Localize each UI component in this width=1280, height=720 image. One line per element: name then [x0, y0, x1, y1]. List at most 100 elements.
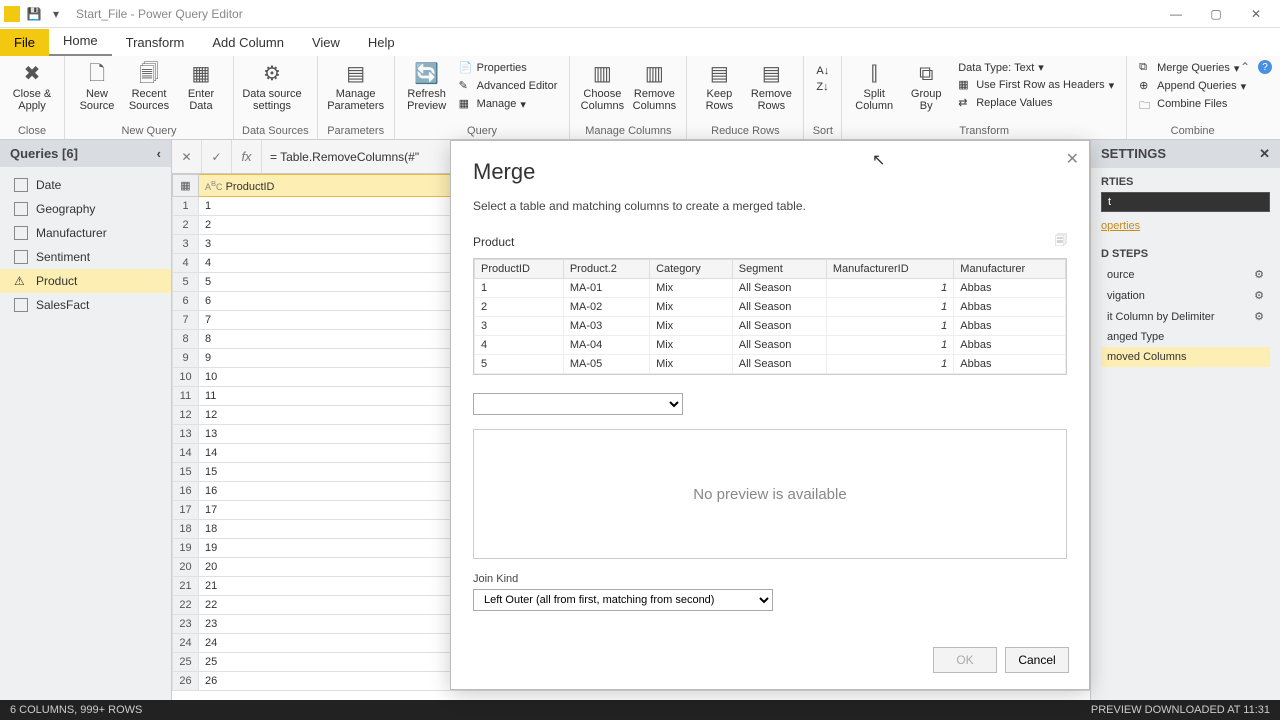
row-number[interactable]: 7 [173, 311, 199, 330]
preview-cell[interactable]: All Season [732, 355, 826, 374]
enter-data-button[interactable]: ▦Enter Data [177, 58, 225, 112]
preview-cell[interactable]: 1 [826, 317, 953, 336]
preview-header[interactable]: ProductID [475, 260, 564, 279]
row-number[interactable]: 2 [173, 216, 199, 235]
preview-cell[interactable]: Mix [650, 298, 733, 317]
preview-cell[interactable]: 4 [475, 336, 564, 355]
refresh-preview-button[interactable]: 🔄Refresh Preview [403, 58, 451, 112]
manage-button[interactable]: ▦Manage ▾ [455, 96, 562, 112]
applied-step[interactable]: ource⚙ [1101, 264, 1270, 285]
choose-columns-button[interactable]: ▥Choose Columns [578, 58, 626, 112]
preview-header[interactable]: Manufacturer [954, 260, 1066, 279]
preview-cell[interactable]: 2 [475, 298, 564, 317]
first-row-headers-button[interactable]: ▦Use First Row as Headers ▾ [954, 77, 1118, 93]
row-number[interactable]: 16 [173, 482, 199, 501]
preview-cell[interactable]: Abbas [954, 279, 1066, 298]
row-number[interactable]: 15 [173, 463, 199, 482]
preview-cell[interactable]: Abbas [954, 298, 1066, 317]
cancel-formula-button[interactable]: ✕ [172, 140, 202, 173]
row-number[interactable]: 3 [173, 235, 199, 254]
properties-button[interactable]: 📄Properties [455, 60, 562, 76]
preview-cell[interactable]: MA-04 [563, 336, 649, 355]
preview-cell[interactable]: MA-01 [563, 279, 649, 298]
save-icon[interactable]: 💾 [26, 6, 42, 22]
preview-header[interactable]: ManufacturerID [826, 260, 953, 279]
remove-columns-button[interactable]: ▥Remove Columns [630, 58, 678, 112]
preview-cell[interactable]: Mix [650, 279, 733, 298]
applied-step[interactable]: it Column by Delimiter⚙ [1101, 306, 1270, 327]
row-number[interactable]: 17 [173, 501, 199, 520]
tab-transform[interactable]: Transform [112, 29, 199, 56]
preview-cell[interactable]: All Season [732, 298, 826, 317]
accept-formula-button[interactable]: ✓ [202, 140, 232, 173]
query-name-input[interactable] [1101, 192, 1270, 212]
preview-header[interactable]: Segment [732, 260, 826, 279]
minimize-button[interactable]: — [1156, 0, 1196, 28]
join-kind-select[interactable]: Left Outer (all from first, matching fro… [473, 589, 773, 611]
close-settings-icon[interactable]: ✕ [1259, 146, 1270, 162]
tab-add-column[interactable]: Add Column [198, 29, 298, 56]
row-number[interactable]: 14 [173, 444, 199, 463]
sort-asc-button[interactable]: A↓ [812, 64, 833, 78]
preview-cell[interactable]: Mix [650, 336, 733, 355]
replace-values-button[interactable]: ⇄Replace Values [954, 95, 1118, 111]
preview-cell[interactable]: 1 [826, 355, 953, 374]
recent-sources-button[interactable]: 🗐Recent Sources [125, 58, 173, 112]
manage-parameters-button[interactable]: ▤Manage Parameters [326, 58, 386, 112]
all-properties-link[interactable]: operties [1101, 220, 1140, 232]
query-item-manufacturer[interactable]: Manufacturer [0, 221, 171, 245]
applied-step[interactable]: anged Type [1101, 327, 1270, 347]
applied-step[interactable]: vigation⚙ [1101, 285, 1270, 306]
row-number[interactable]: 25 [173, 653, 199, 672]
preview-header[interactable]: Category [650, 260, 733, 279]
gear-icon[interactable]: ⚙ [1254, 310, 1264, 323]
gear-icon[interactable]: ⚙ [1254, 289, 1264, 302]
preview-cell[interactable]: All Season [732, 336, 826, 355]
row-number[interactable]: 8 [173, 330, 199, 349]
row-number[interactable]: 26 [173, 672, 199, 691]
collapse-queries-icon[interactable]: ‹ [157, 146, 161, 161]
row-number[interactable]: 18 [173, 520, 199, 539]
preview-cell[interactable]: MA-03 [563, 317, 649, 336]
row-number[interactable]: 19 [173, 539, 199, 558]
row-number[interactable]: 6 [173, 292, 199, 311]
data-source-settings-button[interactable]: ⚙Data source settings [242, 58, 302, 112]
tab-file[interactable]: File [0, 29, 49, 56]
close-apply-button[interactable]: ✖Close & Apply [8, 58, 56, 112]
row-number[interactable]: 21 [173, 577, 199, 596]
keep-rows-button[interactable]: ▤Keep Rows [695, 58, 743, 112]
row-number[interactable]: 20 [173, 558, 199, 577]
row-number[interactable]: 22 [173, 596, 199, 615]
preview-cell[interactable]: All Season [732, 279, 826, 298]
query-item-salesfact[interactable]: SalesFact [0, 293, 171, 317]
row-number[interactable]: 11 [173, 387, 199, 406]
merge-queries-button[interactable]: ⧉Merge Queries ▾ [1135, 60, 1250, 76]
row-number[interactable]: 10 [173, 368, 199, 387]
preview-cell[interactable]: Abbas [954, 317, 1066, 336]
append-queries-button[interactable]: ⊕Append Queries ▾ [1135, 78, 1250, 94]
dialog-close-icon[interactable]: ✕ [1066, 149, 1079, 169]
preview-cell[interactable]: All Season [732, 317, 826, 336]
preview-cell[interactable]: MA-02 [563, 298, 649, 317]
qat-dropdown-icon[interactable]: ▾ [48, 6, 64, 22]
split-column-button[interactable]: ⫿Split Column [850, 58, 898, 112]
preview-cell[interactable]: 5 [475, 355, 564, 374]
row-number[interactable]: 24 [173, 634, 199, 653]
tab-help[interactable]: Help [354, 29, 409, 56]
fx-icon[interactable]: fx [232, 140, 262, 173]
query-item-product[interactable]: ⚠Product [0, 269, 171, 293]
preview-cell[interactable]: 3 [475, 317, 564, 336]
close-button[interactable]: ✕ [1236, 0, 1276, 28]
preview-cell[interactable]: 1 [475, 279, 564, 298]
data-type-button[interactable]: Data Type: Text ▾ [954, 60, 1118, 75]
row-number[interactable]: 9 [173, 349, 199, 368]
row-number[interactable]: 23 [173, 615, 199, 634]
preview-cell[interactable]: Mix [650, 317, 733, 336]
preview-cell[interactable]: MA-05 [563, 355, 649, 374]
sort-desc-button[interactable]: Z↓ [812, 80, 833, 94]
preview-cell[interactable]: 1 [826, 336, 953, 355]
group-by-button[interactable]: ⧉Group By [902, 58, 950, 112]
preview-cell[interactable]: Abbas [954, 336, 1066, 355]
dialog-preview-table[interactable]: ProductIDProduct.2CategorySegmentManufac… [473, 258, 1067, 375]
row-number[interactable]: 13 [173, 425, 199, 444]
